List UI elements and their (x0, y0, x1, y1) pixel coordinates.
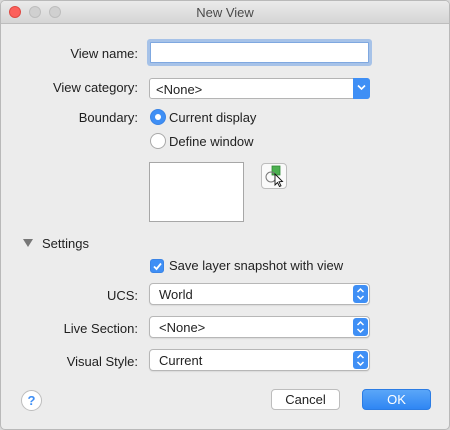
chevron-down-icon (357, 84, 366, 91)
ucs-stepper-arrows (353, 285, 368, 303)
title-bar: New View (1, 1, 449, 24)
disclosure-triangle-icon[interactable] (23, 239, 33, 248)
radio-define-window[interactable] (150, 133, 166, 149)
visual-style-stepper-arrows (353, 351, 368, 369)
live-section-stepper-arrows (353, 318, 368, 336)
ok-button[interactable]: OK (362, 389, 431, 410)
help-button[interactable]: ? (21, 390, 42, 411)
cancel-button[interactable]: Cancel (271, 389, 340, 410)
visual-style-value: Current (159, 353, 203, 368)
ucs-popup[interactable]: World (149, 283, 370, 305)
radio-define-window-label[interactable]: Define window (169, 134, 254, 149)
view-category-combobox[interactable]: <None> (149, 78, 370, 99)
view-category-label: View category: (52, 80, 138, 95)
radio-current-display[interactable] (150, 109, 166, 125)
visual-style-popup[interactable]: Current (149, 349, 370, 371)
save-snapshot-label[interactable]: Save layer snapshot with view (169, 258, 343, 273)
radio-current-display-label[interactable]: Current display (169, 110, 256, 125)
settings-section-label[interactable]: Settings (42, 236, 89, 251)
up-down-arrows-icon (356, 320, 365, 334)
window-title: New View (196, 5, 254, 20)
window-select-icon (265, 165, 284, 188)
live-section-label: Live Section: (63, 321, 138, 336)
view-name-label: View name: (70, 46, 138, 61)
define-window-pick-button[interactable] (261, 163, 287, 189)
save-snapshot-checkbox[interactable] (150, 259, 164, 273)
live-section-popup[interactable]: <None> (149, 316, 370, 338)
view-category-value: <None> (156, 82, 203, 97)
up-down-arrows-icon (356, 353, 365, 367)
new-view-dialog: New View View name: View category: <None… (0, 0, 450, 430)
ucs-value: World (159, 287, 193, 302)
checkmark-icon (153, 262, 162, 271)
live-section-value: <None> (159, 320, 206, 335)
boundary-preview (149, 162, 244, 222)
up-down-arrows-icon (356, 287, 365, 301)
visual-style-label: Visual Style: (66, 354, 138, 369)
boundary-label: Boundary: (78, 110, 138, 125)
view-category-dropdown-button[interactable] (353, 78, 370, 99)
view-name-input[interactable] (150, 42, 369, 63)
ucs-label: UCS: (106, 288, 138, 303)
